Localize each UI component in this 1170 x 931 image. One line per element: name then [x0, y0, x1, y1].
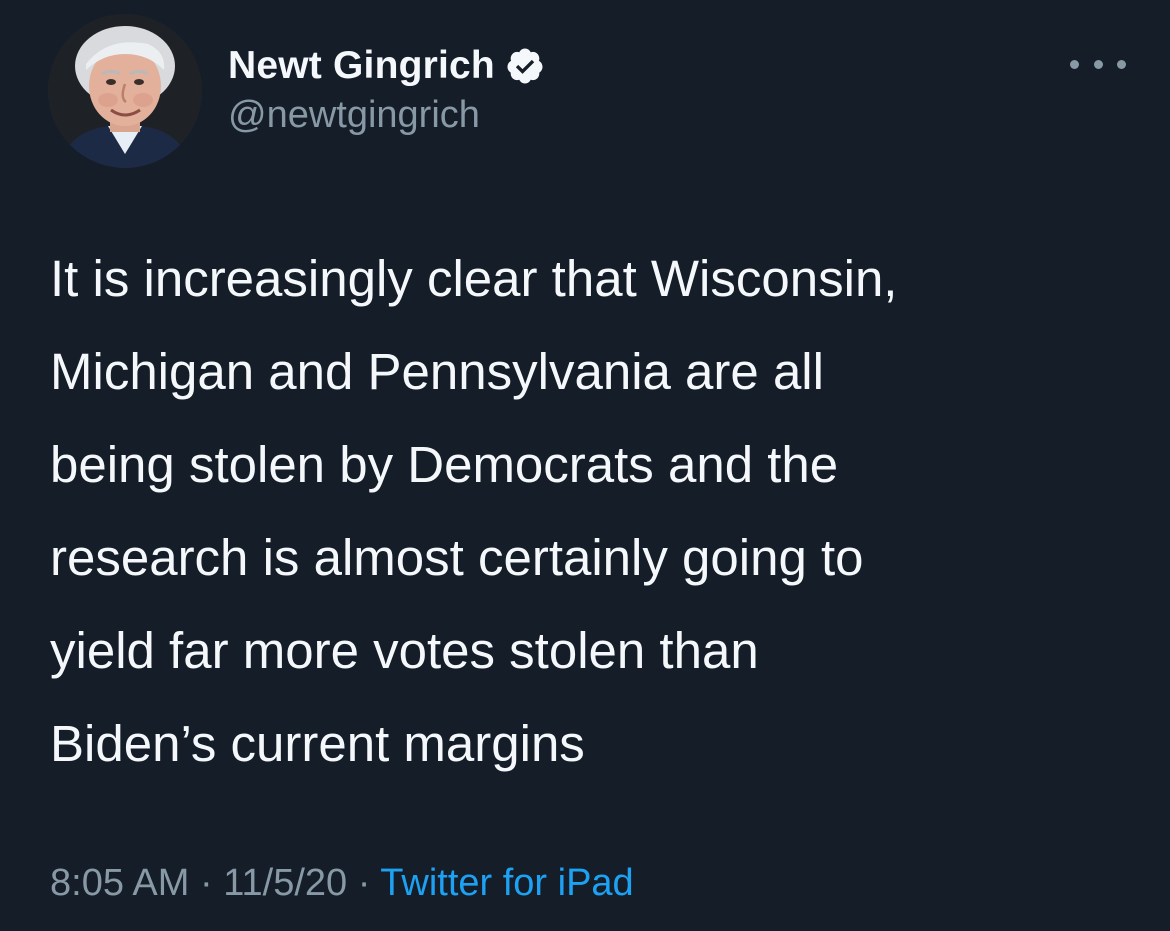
tweet-text-line: being stolen by Democrats and the: [50, 436, 839, 493]
tweet-source-link[interactable]: Twitter for iPad: [380, 862, 633, 904]
handle[interactable]: @newtgingrich: [228, 94, 545, 137]
tweet-date[interactable]: 11/5/20: [223, 862, 347, 904]
author-block[interactable]: Newt Gingrich @newtgingrich: [228, 40, 545, 137]
more-options-icon[interactable]: [1070, 52, 1126, 76]
tweet-meta: 8:05 AM · 11/5/20 · Twitter for iPad: [50, 862, 634, 905]
tweet-text-line: Michigan and Pennsylvania are all: [50, 343, 824, 400]
dot: [1093, 59, 1103, 69]
verified-badge-icon: [505, 46, 545, 86]
name-row: Newt Gingrich: [228, 40, 545, 92]
tweet-text-line: Biden’s current margins: [50, 715, 585, 772]
dot: [1117, 59, 1126, 69]
meta-separator: ·: [347, 862, 381, 904]
tweet-text-line: research is almost certainly going to: [50, 529, 864, 586]
display-name[interactable]: Newt Gingrich: [228, 44, 495, 88]
tweet-text: It is increasingly clear that Wisconsin,…: [50, 232, 1140, 790]
avatar[interactable]: [48, 14, 202, 168]
avatar-photo: [48, 14, 202, 168]
tweet: Newt Gingrich @newtgingrich It is increa…: [0, 0, 1170, 931]
tweet-text-line: yield far more votes stolen than: [50, 622, 759, 679]
dot: [1070, 59, 1079, 69]
meta-separator: ·: [189, 862, 224, 904]
tweet-time[interactable]: 8:05 AM: [50, 862, 189, 904]
tweet-text-line: It is increasingly clear that Wisconsin,: [50, 250, 898, 307]
